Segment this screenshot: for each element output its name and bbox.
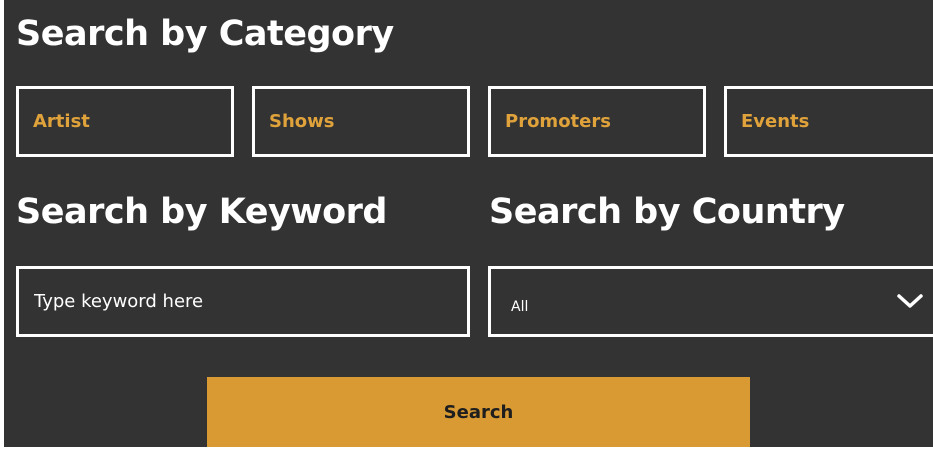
category-label: Events xyxy=(741,111,810,132)
keyword-field xyxy=(16,266,470,337)
category-artist-button[interactable]: Artist xyxy=(16,86,234,157)
category-promoters-button[interactable]: Promoters xyxy=(488,86,706,157)
category-label: Promoters xyxy=(505,111,611,132)
search-panel: Search by Category Artist Shows Promoter… xyxy=(4,0,933,447)
category-heading: Search by Category xyxy=(16,14,394,54)
category-label: Artist xyxy=(33,111,90,132)
category-events-button[interactable]: Events xyxy=(724,86,933,157)
country-select[interactable]: All xyxy=(488,266,933,337)
keyword-input[interactable] xyxy=(19,269,467,334)
chevron-down-icon xyxy=(897,294,923,308)
country-heading: Search by Country xyxy=(489,192,845,232)
keyword-heading: Search by Keyword xyxy=(16,192,387,232)
country-selected-value: All xyxy=(511,299,529,315)
category-shows-button[interactable]: Shows xyxy=(252,86,470,157)
search-button[interactable]: Search xyxy=(207,377,750,447)
category-label: Shows xyxy=(269,111,335,132)
